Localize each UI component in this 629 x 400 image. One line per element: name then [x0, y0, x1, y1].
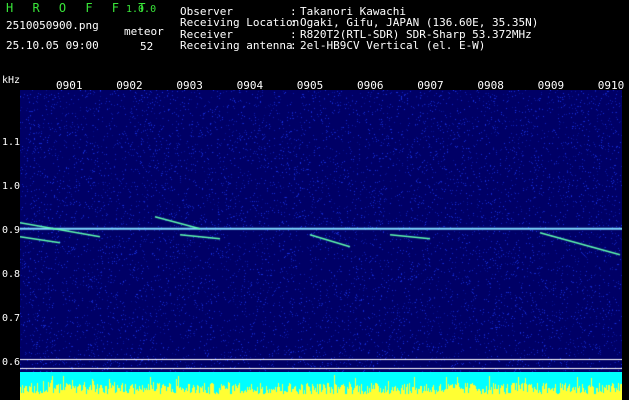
hrofft-screen: H R O F F T 1.0.0 2510050900.png 25.10.0… — [0, 0, 629, 400]
file-name: 2510050900.png — [6, 19, 99, 32]
freq-label: 0.6 — [2, 357, 21, 369]
info-sep: : — [290, 39, 297, 52]
freq-label: 1.1 — [2, 136, 21, 148]
activity-bars-canvas — [20, 372, 622, 400]
date-time: 25.10.05 09:00 — [6, 39, 99, 52]
freq-label: 1.0 — [2, 180, 21, 192]
freq-label: 0.7 — [2, 313, 21, 325]
freq-unit-label: kHz — [2, 75, 21, 86]
freq-label: 0.9 — [2, 225, 21, 236]
freq-label: 0.8 — [2, 269, 21, 281]
meteor-count: 52 — [140, 40, 154, 53]
info-key-antenna: Receiving antenna — [180, 39, 293, 52]
meteor-label: meteor — [124, 25, 164, 38]
info-value-antenna: 2el-HB9CV Vertical (el. E-W) — [300, 39, 486, 52]
app-version: 1.0.0 — [126, 4, 157, 15]
spectrogram-canvas — [20, 90, 622, 372]
